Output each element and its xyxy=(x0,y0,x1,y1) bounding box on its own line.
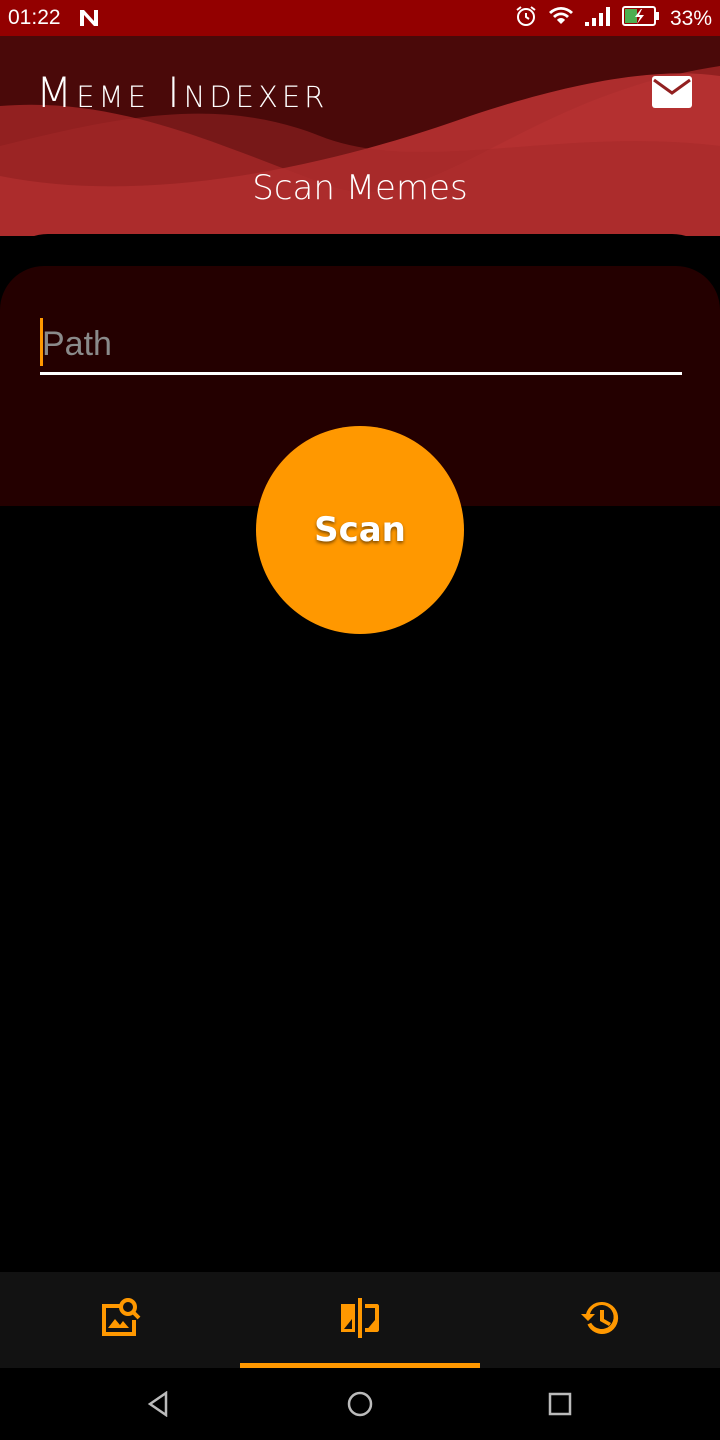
nav-compare[interactable] xyxy=(240,1272,480,1368)
home-icon[interactable] xyxy=(340,1388,380,1420)
nav-history[interactable] xyxy=(480,1272,720,1368)
status-time: 01:22 xyxy=(8,6,61,29)
scan-button[interactable]: Scan xyxy=(256,426,464,634)
page-title: Scan Memes xyxy=(252,168,468,208)
app-header: Meme Indexer Scan Memes xyxy=(0,36,720,236)
compare-icon xyxy=(338,1296,382,1344)
app-title: Meme Indexer xyxy=(36,68,329,117)
text-cursor xyxy=(40,318,43,366)
back-icon[interactable] xyxy=(138,1388,178,1420)
image-search-icon xyxy=(98,1296,142,1344)
wifi-icon xyxy=(548,5,574,33)
battery-percent: 33% xyxy=(669,7,712,30)
signal-icon xyxy=(584,5,612,33)
recents-icon[interactable] xyxy=(540,1388,580,1420)
alarm-icon xyxy=(514,4,538,34)
bottom-navigation xyxy=(0,1272,720,1368)
mail-icon[interactable] xyxy=(652,76,692,108)
path-input[interactable] xyxy=(40,316,682,375)
nav-image-search[interactable] xyxy=(0,1272,240,1368)
history-icon xyxy=(578,1296,622,1344)
battery-charging-icon xyxy=(621,6,660,32)
notification-n-icon xyxy=(78,8,100,34)
status-bar: 01:22 33% xyxy=(0,0,720,36)
system-nav-bar xyxy=(0,1368,720,1440)
status-icons: 33% xyxy=(514,4,712,34)
